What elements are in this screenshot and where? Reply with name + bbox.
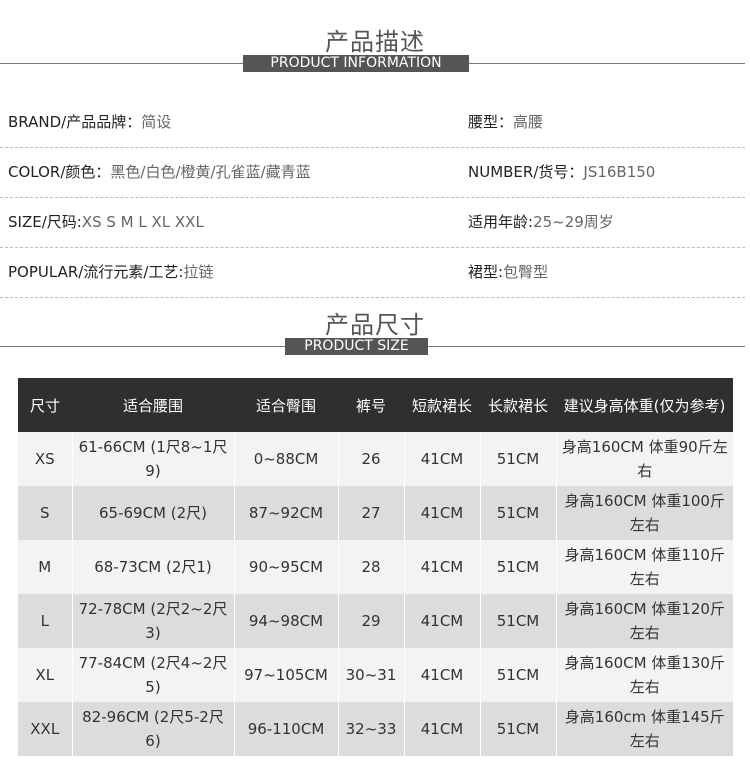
cell-short-length: 41CM	[403, 486, 480, 540]
product-info-list: BRAND/产品品牌：简设 腰型：高腰 COLOR/颜色：黑色/白色/橙黄/孔雀…	[0, 98, 745, 298]
info-field-popular: POPULAR/流行元素/工艺:拉链	[8, 248, 213, 297]
cell-short-length: 41CM	[403, 540, 480, 594]
info-value: 25~29周岁	[533, 213, 614, 231]
header-waist: 适合腰围	[72, 378, 234, 432]
cell-hip: 0~88CM	[233, 432, 338, 486]
info-key: SIZE/尺码:	[8, 213, 82, 231]
cell-hip: 96-110CM	[233, 702, 338, 756]
cell-hip: 94~98CM	[233, 594, 338, 648]
cell-hip: 97~105CM	[233, 648, 338, 702]
info-key: POPULAR/流行元素/工艺:	[8, 263, 184, 281]
cell-size: M	[18, 540, 72, 594]
header-recommendation: 建议身高体重(仅为参考)	[556, 378, 733, 432]
cell-long-length: 51CM	[479, 540, 556, 594]
header-long-length: 长款裙长	[480, 378, 556, 432]
cell-pant-size: 29	[337, 594, 404, 648]
info-value: 拉链	[183, 263, 214, 281]
cell-long-length: 51CM	[479, 594, 556, 648]
info-value: JS16B150	[583, 163, 656, 181]
table-row: XS 61-66CM (1尺8~1尺9) 0~88CM 26 41CM 51CM…	[18, 432, 733, 486]
cell-short-length: 41CM	[403, 648, 480, 702]
info-row: POPULAR/流行元素/工艺:拉链 裙型:包臀型	[0, 248, 745, 298]
cell-pant-size: 26	[337, 432, 404, 486]
table-header-row: 尺寸 适合腰围 适合臀围 裤号 短款裙长 长款裙长 建议身高体重(仅为参考)	[18, 378, 733, 432]
cell-short-length: 41CM	[403, 702, 480, 756]
cell-recommendation: 身高160CM 体重90斤左右	[555, 432, 733, 486]
info-key: NUMBER/货号：	[468, 163, 584, 181]
cell-waist: 72-78CM (2尺2~2尺3)	[71, 594, 234, 648]
cell-recommendation: 身高160CM 体重130斤左右	[555, 648, 733, 702]
info-key: BRAND/产品品牌：	[8, 113, 142, 131]
table-row: M 68-73CM (2尺1) 90~95CM 28 41CM 51CM 身高1…	[18, 540, 733, 594]
cell-recommendation: 身高160cm 体重145斤左右	[555, 702, 733, 756]
section-title-en: PRODUCT INFORMATION	[243, 55, 469, 72]
table-row: XXL 82-96CM (2尺5-2尺6) 96-110CM 32~33 41C…	[18, 702, 733, 756]
info-field-age: 适用年龄:25~29周岁	[468, 198, 614, 247]
cell-hip: 87~92CM	[233, 486, 338, 540]
cell-short-length: 41CM	[403, 432, 480, 486]
cell-size: S	[18, 486, 72, 540]
info-value: 高腰	[513, 113, 544, 131]
header-short-length: 短款裙长	[404, 378, 480, 432]
info-value: 简设	[141, 113, 172, 131]
table-row: XL 77-84CM (2尺4~2尺5) 97~105CM 30~31 41CM…	[18, 648, 733, 702]
cell-size: XXL	[18, 702, 72, 756]
cell-recommendation: 身高160CM 体重110斤左右	[555, 540, 733, 594]
info-row: SIZE/尺码:XS S M L XL XXL 适用年龄:25~29周岁	[0, 198, 745, 248]
cell-waist: 65-69CM (2尺)	[71, 486, 234, 540]
cell-pant-size: 30~31	[337, 648, 404, 702]
info-field-color: COLOR/颜色：黑色/白色/橙黄/孔雀蓝/藏青蓝	[8, 148, 311, 197]
cell-size: XS	[18, 432, 72, 486]
info-key: 腰型：	[468, 113, 514, 131]
info-field-number: NUMBER/货号：JS16B150	[468, 148, 655, 197]
info-key: 裙型:	[468, 263, 504, 281]
cell-waist: 82-96CM (2尺5-2尺6)	[71, 702, 234, 756]
info-field-waist-type: 腰型：高腰	[468, 98, 543, 147]
cell-size: L	[18, 594, 72, 648]
info-field-brand: BRAND/产品品牌：简设	[8, 98, 171, 147]
info-row: BRAND/产品品牌：简设 腰型：高腰	[0, 98, 745, 148]
table-row: L 72-78CM (2尺2~2尺3) 94~98CM 29 41CM 51CM…	[18, 594, 733, 648]
info-value: XS S M L XL XXL	[81, 213, 204, 231]
cell-long-length: 51CM	[479, 648, 556, 702]
cell-recommendation: 身高160CM 体重100斤左右	[555, 486, 733, 540]
info-value: 包臀型	[503, 263, 549, 281]
section-title-cn: 产品尺寸	[325, 311, 425, 339]
header-pant-size: 裤号	[338, 378, 404, 432]
section-title-en: PRODUCT SIZE	[285, 338, 428, 355]
info-field-skirt-type: 裙型:包臀型	[468, 248, 548, 297]
cell-long-length: 51CM	[479, 702, 556, 756]
section-title-cn: 产品描述	[325, 28, 425, 56]
cell-pant-size: 27	[337, 486, 404, 540]
cell-waist: 68-73CM (2尺1)	[71, 540, 234, 594]
info-field-size: SIZE/尺码:XS S M L XL XXL	[8, 198, 204, 247]
cell-long-length: 51CM	[479, 486, 556, 540]
table-row: S 65-69CM (2尺) 87~92CM 27 41CM 51CM 身高16…	[18, 486, 733, 540]
cell-size: XL	[18, 648, 72, 702]
info-key: 适用年龄:	[468, 213, 534, 231]
info-value: 黑色/白色/橙黄/孔雀蓝/藏青蓝	[110, 163, 311, 181]
cell-pant-size: 32~33	[337, 702, 404, 756]
cell-long-length: 51CM	[479, 432, 556, 486]
cell-pant-size: 28	[337, 540, 404, 594]
cell-recommendation: 身高160CM 体重120斤左右	[555, 594, 733, 648]
cell-waist: 61-66CM (1尺8~1尺9)	[71, 432, 234, 486]
header-size: 尺寸	[18, 378, 72, 432]
cell-short-length: 41CM	[403, 594, 480, 648]
header-hip: 适合臀围	[234, 378, 338, 432]
info-row: COLOR/颜色：黑色/白色/橙黄/孔雀蓝/藏青蓝 NUMBER/货号：JS16…	[0, 148, 745, 198]
cell-hip: 90~95CM	[233, 540, 338, 594]
info-key: COLOR/颜色：	[8, 163, 111, 181]
size-table: 尺寸 适合腰围 适合臀围 裤号 短款裙长 长款裙长 建议身高体重(仅为参考) X…	[18, 378, 733, 756]
cell-waist: 77-84CM (2尺4~2尺5)	[71, 648, 234, 702]
